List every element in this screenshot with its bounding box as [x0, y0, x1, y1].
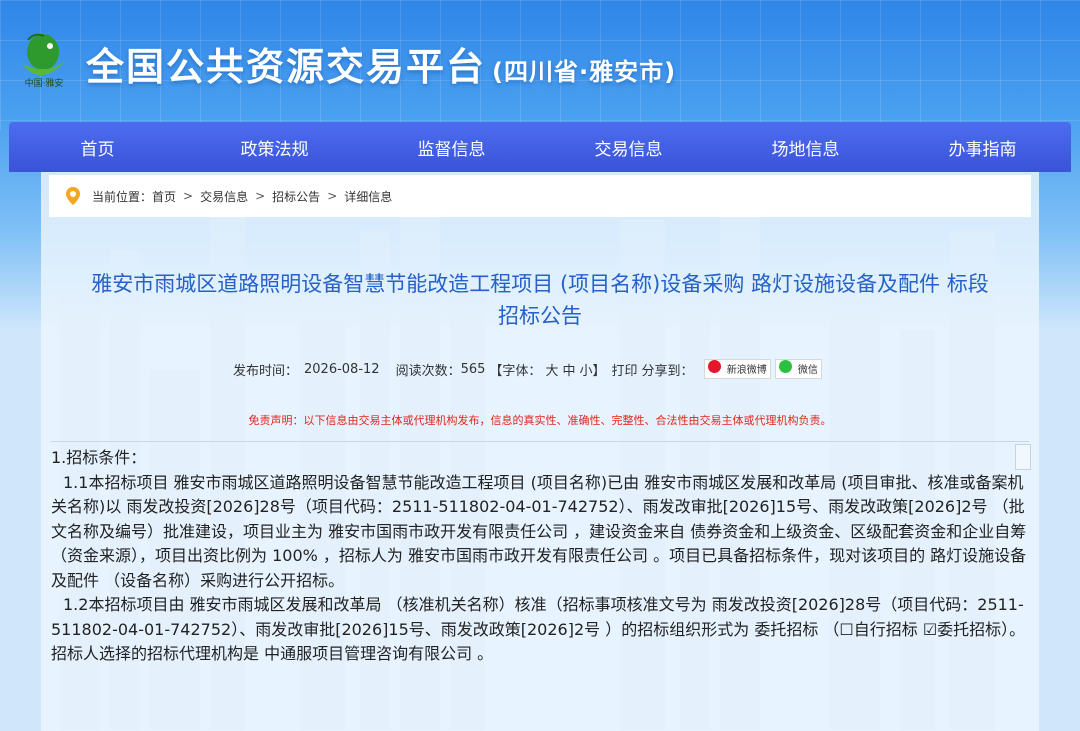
- reads-count: 565: [460, 361, 486, 377]
- share-wechat-label: 微信: [797, 365, 818, 376]
- breadcrumb-detail: 详细信息: [344, 189, 393, 204]
- font-size-close: 】: [592, 363, 606, 379]
- breadcrumb-separator: >: [183, 189, 194, 203]
- breadcrumb-separator: >: [255, 189, 266, 203]
- disclaimer: 免责声明：以下信息由交易主体或代理机构发布，信息的真实性、准确性、完整性、合法性…: [248, 414, 832, 427]
- breadcrumb-trade-info[interactable]: 交易信息: [200, 188, 248, 205]
- logo-caption: 中国·雅安: [24, 79, 64, 89]
- publish-date: 2026-08-12: [304, 361, 380, 377]
- site-title-region: (四川省·雅安市): [492, 58, 677, 86]
- print-link[interactable]: 打印: [612, 360, 638, 379]
- site-header: 中国·雅安 全国公共资源交易平台 (四川省·雅安市): [0, 0, 1080, 122]
- divider: [51, 441, 1029, 442]
- article-body: 1.招标条件： 1.1本招标项目 雅安市雨城区道路照明设备智慧节能改造工程项目 …: [51, 446, 1029, 667]
- nav-item-policy[interactable]: 政策法规: [190, 135, 360, 160]
- reads-label: 阅读次数：: [395, 363, 461, 379]
- article-title-line2: 招标公告: [498, 304, 582, 328]
- site-title: 全国公共资源交易平台 (四川省·雅安市): [86, 36, 676, 91]
- nav-item-home[interactable]: 首页: [13, 135, 183, 160]
- font-size-medium[interactable]: 中: [562, 360, 575, 379]
- breadcrumb: 当前位置： 首页 > 交易信息 > 招标公告 > 详细信息: [49, 175, 1031, 217]
- share-wechat-button[interactable]: 微信: [774, 359, 822, 379]
- share-weibo-label: 新浪微博: [726, 365, 767, 376]
- share-label: 分享到：: [641, 363, 694, 379]
- nav-item-supervision[interactable]: 监督信息: [367, 135, 537, 160]
- share-weibo-button[interactable]: 新浪微博: [703, 359, 771, 379]
- publish-label: 发布时间：: [233, 363, 299, 379]
- article-title: 雅安市雨城区道路照明设备智慧节能改造工程项目 (项目名称)设备采购 路灯设施设备…: [45, 268, 1035, 332]
- section-heading: 1.招标条件：: [51, 448, 147, 467]
- weibo-icon: [707, 360, 721, 373]
- breadcrumb-home[interactable]: 首页: [152, 188, 176, 205]
- font-size-label: 【字体：: [489, 363, 542, 379]
- site-title-main: 全国公共资源交易平台: [86, 45, 487, 89]
- wechat-icon: [778, 360, 792, 373]
- location-pin-icon: [66, 187, 80, 205]
- nav-item-venue-info[interactable]: 场地信息: [721, 135, 891, 160]
- font-size-small[interactable]: 小: [579, 360, 592, 379]
- article-title-line1: 雅安市雨城区道路照明设备智慧节能改造工程项目 (项目名称)设备采购 路灯设施设备…: [91, 272, 989, 296]
- main-nav: 首页 政策法规 监督信息 交易信息 场地信息 办事指南: [9, 122, 1071, 172]
- paragraph-1-2: 1.2本招标项目由 雅安市雨城区发展和改革局 （核准机关名称）核准（招标事项核准…: [51, 595, 1026, 663]
- breadcrumb-label: 当前位置：: [92, 189, 153, 204]
- paragraph-1-1: 1.1本招标项目 雅安市雨城区道路照明设备智慧节能改造工程项目 (项目名称)已由…: [51, 472, 1027, 590]
- article-meta: 发布时间： 2026-08-12 阅读次数： 565 【字体： 大 中 小 】 …: [233, 358, 822, 380]
- breadcrumb-separator: >: [327, 189, 338, 203]
- nav-item-trade-info[interactable]: 交易信息: [544, 135, 714, 160]
- nav-item-service-guide[interactable]: 办事指南: [898, 135, 1068, 160]
- breadcrumb-tender-notice[interactable]: 招标公告: [272, 188, 320, 205]
- font-size-large[interactable]: 大: [545, 360, 558, 379]
